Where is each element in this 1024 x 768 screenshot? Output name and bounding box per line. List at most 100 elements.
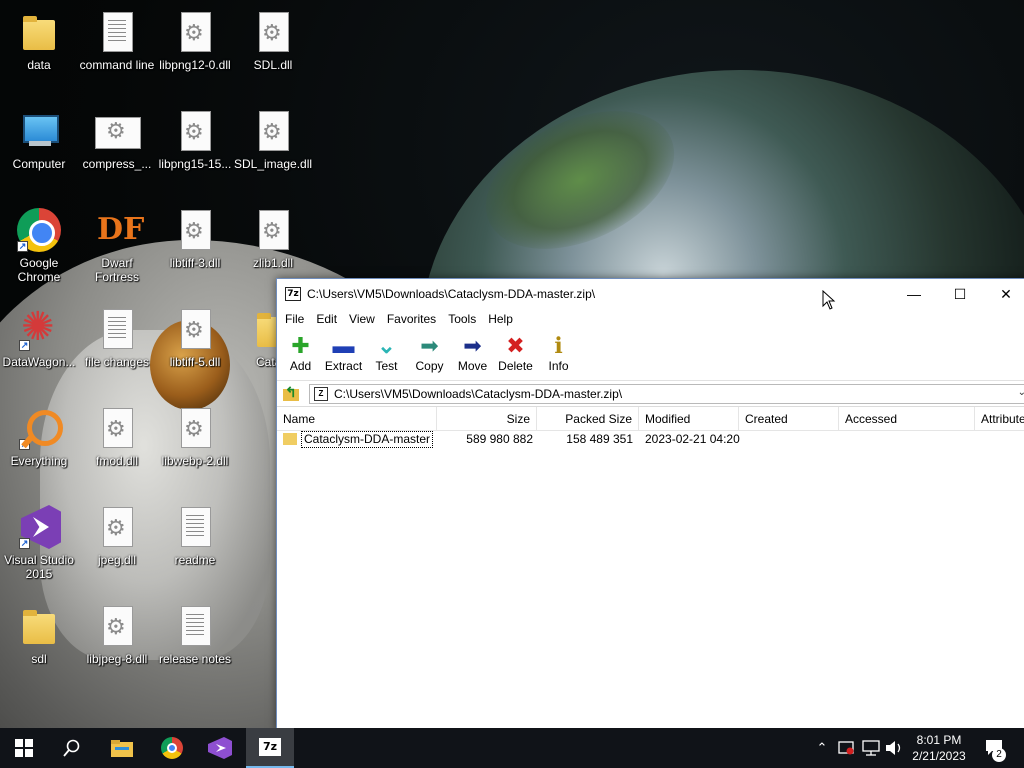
shortcut-arrow-icon: ↗ <box>17 241 28 252</box>
column-header-name[interactable]: Name <box>277 407 437 431</box>
tray-show-hidden-chevron-icon[interactable]: ⌃ <box>812 728 832 768</box>
copy-button[interactable]: ➡ Copy <box>408 329 451 380</box>
info-button[interactable]: ℹ Info <box>537 329 580 380</box>
desktop-icon-label: SDL.dll <box>253 58 293 72</box>
visual-studio-icon <box>208 737 232 759</box>
taskbar-clock[interactable]: 8:01 PM 2/21/2023 <box>908 732 970 764</box>
desktop-icon-compress[interactable]: compress_... <box>78 109 156 171</box>
desktop-icon-zlib1[interactable]: zlib1.dll <box>234 208 312 270</box>
row-packed-size: 158 489 351 <box>566 432 633 446</box>
test-button[interactable]: ⌄ Test <box>365 329 408 380</box>
tray-volume-icon[interactable] <box>884 728 904 768</box>
desktop-icon-sdl-image[interactable]: SDL_image.dll <box>234 109 312 171</box>
start-button[interactable] <box>0 728 48 768</box>
desktop-icon-libpng12[interactable]: libpng12-0.dll <box>156 10 234 72</box>
desktop-icon-sdl-folder[interactable]: sdl <box>0 604 78 666</box>
desktop-icon-label: release notes <box>158 652 232 666</box>
shortcut-arrow-icon: ↗ <box>19 439 30 450</box>
desktop-icon-sdl-dll[interactable]: SDL.dll <box>234 10 312 72</box>
taskbar-visual-studio[interactable] <box>196 728 244 768</box>
dll-file-icon <box>97 505 137 549</box>
toolbar-label: Move <box>457 359 488 373</box>
7zip-app-icon[interactable]: 7z <box>285 287 301 301</box>
address-field[interactable]: Z C:\Users\VM5\Downloads\Cataclysm-DDA-m… <box>309 384 1024 404</box>
desktop-icon-fmod[interactable]: fmod.dll <box>78 406 156 468</box>
menu-view[interactable]: View <box>343 312 381 326</box>
window-title: C:\Users\VM5\Downloads\Cataclysm-DDA-mas… <box>307 287 596 301</box>
action-center-button[interactable]: 2 <box>980 728 1010 768</box>
desktop-icon-label: Computer <box>12 157 66 171</box>
tray-network-icon[interactable] <box>860 728 882 768</box>
desktop-icon-label: Visual Studio 2015 <box>4 553 74 581</box>
desktop-icon-libwebp[interactable]: libwebp-2.dll <box>156 406 234 468</box>
taskbar-7zip[interactable]: 7z <box>246 728 294 768</box>
search-button[interactable] <box>48 728 96 768</box>
desktop-icon-computer[interactable]: Computer <box>0 109 78 171</box>
column-header-created[interactable]: Created <box>739 407 839 431</box>
desktop-icon-everything[interactable]: ↗ Everything <box>0 406 78 468</box>
dll-file-icon <box>253 10 293 54</box>
tray-security-icon[interactable] <box>836 728 856 768</box>
everything-search-icon: ↗ <box>19 406 63 450</box>
desktop-icon-file-changes[interactable]: file changes <box>78 307 156 369</box>
desktop-icon-libtiff-3[interactable]: libtiff-3.dll <box>156 208 234 270</box>
toolbar-label: Add <box>289 359 312 373</box>
chrome-icon: ↗ <box>17 208 61 252</box>
dll-file-icon <box>253 109 293 153</box>
row-modified: 2023-02-21 04:20 <box>645 432 740 446</box>
close-button[interactable]: ✕ <box>983 279 1024 309</box>
checkmark-down-icon: ⌄ <box>377 333 396 358</box>
row-name: Cataclysm-DDA-master <box>301 430 434 448</box>
desktop-icon-jpeg-dll[interactable]: jpeg.dll <box>78 505 156 567</box>
desktop-icon-visual-studio[interactable]: ↗ Visual Studio 2015 <box>0 505 78 581</box>
column-header-modified[interactable]: Modified <box>639 407 739 431</box>
extract-button[interactable]: ▬ Extract <box>322 329 365 380</box>
desktop-icon-datawagon[interactable]: ↗ DataWagon... <box>0 305 78 369</box>
move-button[interactable]: ➡ Move <box>451 329 494 380</box>
computer-icon <box>19 109 59 153</box>
row-name-cell[interactable]: Cataclysm-DDA-master <box>283 429 434 449</box>
notification-count-badge: 2 <box>992 748 1006 762</box>
desktop-icon-data[interactable]: data <box>0 10 78 72</box>
minimize-button[interactable]: — <box>891 279 937 309</box>
column-header-packed-size[interactable]: Packed Size <box>537 407 639 431</box>
dll-file-icon <box>97 406 137 450</box>
desktop-icon-label: libjpeg-8.dll <box>86 652 148 666</box>
file-list-row[interactable]: Cataclysm-DDA-master 589 980 882 158 489… <box>277 429 1024 449</box>
taskbar-file-explorer[interactable] <box>98 728 146 768</box>
desktop-icon-libjpeg[interactable]: libjpeg-8.dll <box>78 604 156 666</box>
search-icon <box>63 739 80 757</box>
add-button[interactable]: ✚ Add <box>279 329 322 380</box>
column-header-accessed[interactable]: Accessed <box>839 407 975 431</box>
chrome-icon <box>161 737 183 759</box>
address-path: C:\Users\VM5\Downloads\Cataclysm-DDA-mas… <box>334 387 623 401</box>
desktop-icon-libpng15[interactable]: libpng15-15... <box>156 109 234 171</box>
desktop-icon-label: libpng15-15... <box>158 157 232 171</box>
taskbar-chrome[interactable] <box>148 728 196 768</box>
menu-tools[interactable]: Tools <box>442 312 482 326</box>
menu-favorites[interactable]: Favorites <box>381 312 442 326</box>
column-header-size[interactable]: Size <box>437 407 537 431</box>
file-explorer-icon <box>111 740 133 757</box>
text-document-icon <box>175 604 215 648</box>
desktop-icon-command-line[interactable]: command line <box>78 10 156 72</box>
datawagon-icon: ↗ <box>19 305 59 351</box>
chevron-down-icon[interactable]: ⌄ <box>1018 387 1024 398</box>
delete-button[interactable]: ✖ Delete <box>494 329 537 380</box>
folder-up-button[interactable] <box>281 384 303 403</box>
desktop-icon-release-notes[interactable]: release notes <box>156 604 234 666</box>
menu-file[interactable]: File <box>279 312 310 326</box>
desktop-icon-label: jpeg.dll <box>97 553 137 567</box>
desktop-icon-libtiff-5[interactable]: libtiff-5.dll <box>156 307 234 369</box>
menu-bar: File Edit View Favorites Tools Help <box>277 309 1024 329</box>
menu-help[interactable]: Help <box>482 312 519 326</box>
maximize-button[interactable]: ☐ <box>937 279 983 309</box>
column-header-attributes[interactable]: Attributes <box>975 407 1024 431</box>
address-bar: Z C:\Users\VM5\Downloads\Cataclysm-DDA-m… <box>277 381 1024 407</box>
desktop-icon-google-chrome[interactable]: ↗ Google Chrome <box>0 208 78 284</box>
desktop-icon-readme[interactable]: readme <box>156 505 234 567</box>
window-titlebar[interactable]: 7z C:\Users\VM5\Downloads\Cataclysm-DDA-… <box>277 279 1024 309</box>
desktop-icon-dwarf-fortress[interactable]: DF Dwarf Fortress <box>78 208 156 284</box>
7zip-file-manager-window[interactable]: 7z C:\Users\VM5\Downloads\Cataclysm-DDA-… <box>276 278 1024 730</box>
menu-edit[interactable]: Edit <box>310 312 343 326</box>
